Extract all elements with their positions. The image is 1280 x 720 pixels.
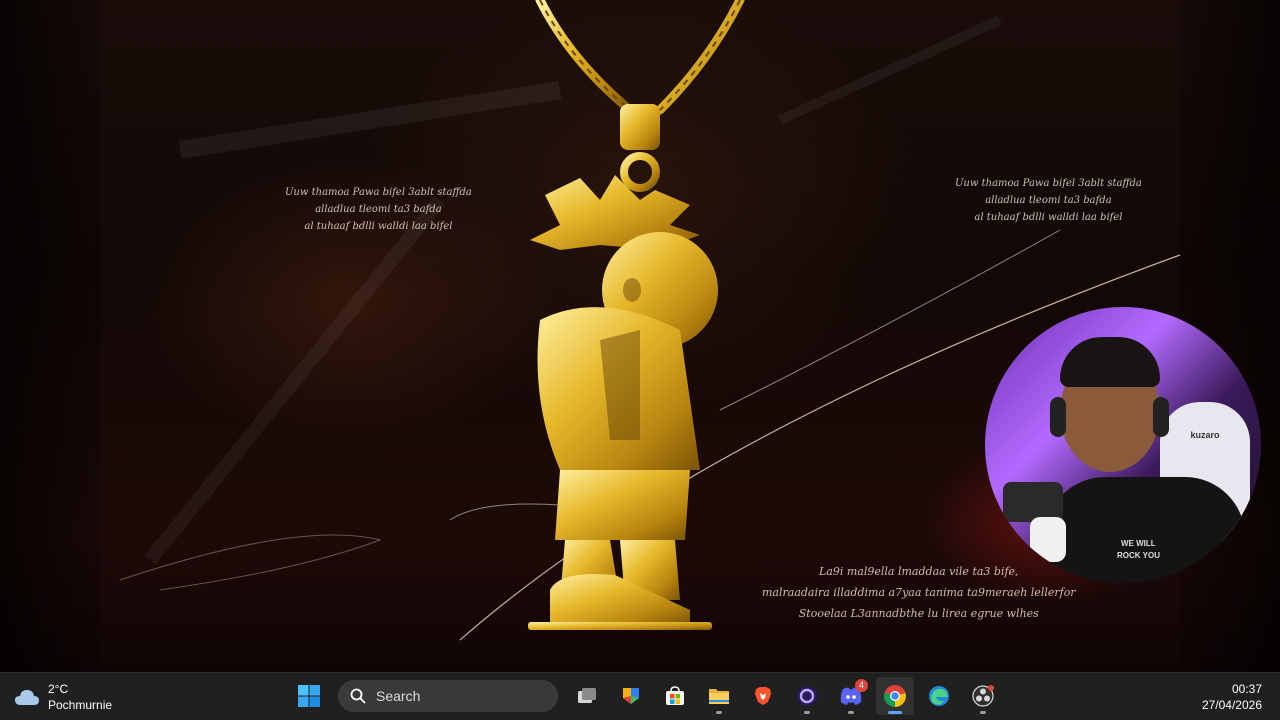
running-indicator xyxy=(888,711,902,714)
taskbar: 2°C Pochmurnie Search 4 00:37 27/04/2026 xyxy=(0,672,1280,720)
running-indicator xyxy=(804,711,810,714)
taskbar-app-chrome[interactable] xyxy=(876,677,914,715)
cloud-icon xyxy=(15,690,39,705)
webcam-overlay: kuzaro WE WILL ROCK YOU xyxy=(985,307,1261,583)
running-indicator xyxy=(848,711,854,714)
start-button[interactable] xyxy=(290,677,328,715)
windows-logo-icon xyxy=(298,685,320,707)
edge-icon xyxy=(929,686,949,706)
obs-icon xyxy=(972,685,994,707)
taskbar-app-task-view[interactable] xyxy=(568,677,606,715)
search-box[interactable]: Search xyxy=(338,680,558,712)
pendant-bail xyxy=(620,104,660,150)
taskbar-app-store[interactable] xyxy=(656,677,694,715)
taskbar-app-circle[interactable] xyxy=(788,677,826,715)
colorful-app-icon xyxy=(623,688,639,704)
headphones-left xyxy=(1050,397,1066,437)
task-view-icon xyxy=(578,688,596,703)
system-clock[interactable]: 00:37 27/04/2026 xyxy=(1202,681,1262,713)
chair-brand-text: kuzaro xyxy=(1190,430,1220,440)
brave-lion-icon xyxy=(755,687,771,705)
folder-icon xyxy=(709,689,729,704)
microphone xyxy=(1003,482,1063,522)
gold-chain xyxy=(535,0,745,115)
taskbar-app-edge[interactable] xyxy=(920,677,958,715)
clock-date: 27/04/2026 xyxy=(1201,698,1262,712)
taskbar-app-file-explorer[interactable] xyxy=(700,677,738,715)
weather-widget[interactable]: 2°C Pochmurnie xyxy=(14,681,112,713)
taskbar-app-obs[interactable] xyxy=(964,677,1002,715)
headphones-right xyxy=(1153,397,1169,437)
search-label: Search xyxy=(376,688,421,704)
taskbar-app-widgets[interactable] xyxy=(612,677,650,715)
store-icon xyxy=(666,686,684,705)
clock-time: 00:37 xyxy=(1231,682,1262,696)
shirt-text-line: WE WILL xyxy=(1121,539,1156,548)
search-icon xyxy=(350,688,366,704)
desktop-wallpaper: Uuw thamoa Pawa bifel 3ablt staffda alla… xyxy=(0,0,1280,672)
notification-badge: 4 xyxy=(855,679,868,692)
person-hair xyxy=(1060,337,1160,387)
taskbar-app-discord[interactable]: 4 xyxy=(832,677,870,715)
taskbar-app-brave[interactable] xyxy=(744,677,782,715)
running-indicator xyxy=(716,711,722,714)
weather-temp: 2°C xyxy=(48,682,69,696)
ring-app-icon xyxy=(797,686,817,706)
mic-foam xyxy=(1030,517,1066,562)
taskbar-center: Search 4 xyxy=(290,677,1002,715)
shirt-text-line: ROCK YOU xyxy=(1117,551,1160,560)
weather-condition: Pochmurnie xyxy=(48,698,113,712)
running-indicator xyxy=(980,711,986,714)
chrome-icon xyxy=(884,685,906,707)
person-shirt: WE WILL ROCK YOU xyxy=(1045,477,1245,583)
